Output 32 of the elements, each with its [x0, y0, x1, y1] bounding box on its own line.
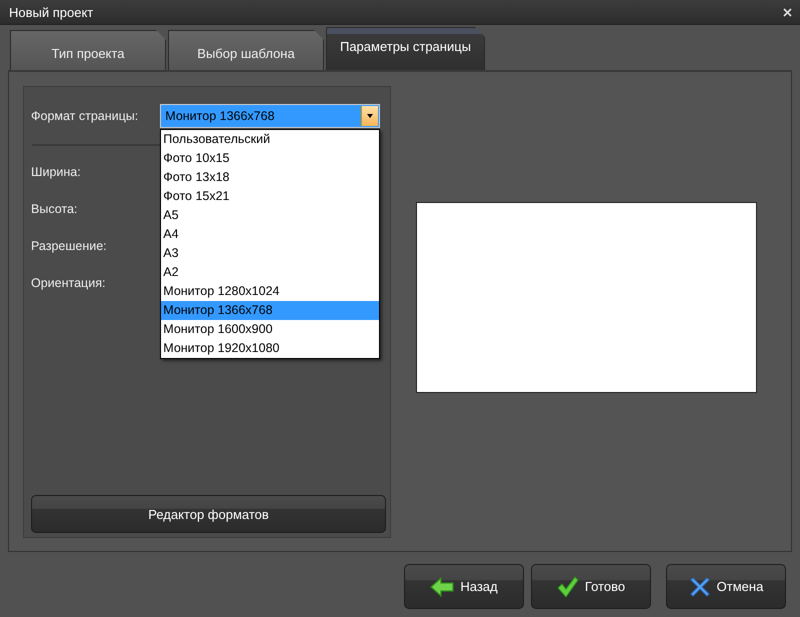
window-title: Новый проект: [9, 4, 94, 20]
dropdown-option[interactable]: A3: [161, 244, 380, 263]
dropdown-option[interactable]: Монитор 1920x1080: [161, 339, 380, 358]
tab[interactable]: Тип проекта: [10, 30, 166, 70]
dropdown-option[interactable]: A5: [161, 206, 380, 225]
close-icon[interactable]: [783, 8, 792, 16]
dropdown-option[interactable]: A4: [161, 225, 380, 244]
dropdown-option[interactable]: Монитор 1366x768: [161, 301, 380, 320]
tab[interactable]: Выбор шаблона: [168, 30, 324, 70]
caret-icon: [367, 114, 374, 118]
dropdown-option[interactable]: Фото 10x15: [161, 149, 380, 168]
dropdown-option[interactable]: A2: [161, 263, 380, 282]
field-label: Ориентация:: [31, 275, 106, 292]
dialog-button[interactable]: Назад: [404, 564, 524, 609]
dropdown-option[interactable]: Монитор 1280x1024: [161, 282, 380, 301]
dropdown-option[interactable]: Пользовательский: [161, 130, 380, 149]
back-arrow-icon: [430, 576, 454, 596]
format-editor-button[interactable]: Редактор форматов: [31, 495, 386, 533]
field-label: Формат страницы:: [31, 109, 138, 123]
checkmark-icon: [556, 576, 579, 598]
close-icon: [688, 576, 711, 598]
field-label: Ширина:: [31, 164, 81, 181]
page-format-select[interactable]: Монитор 1366x768: [160, 104, 380, 128]
dropdown-option[interactable]: Фото 13x18: [161, 168, 380, 187]
selected-value: Монитор 1366x768: [165, 109, 276, 123]
dialog-button[interactable]: Готово: [531, 564, 651, 609]
field-label: Разрешение:: [31, 238, 107, 255]
dialog-button[interactable]: Отмена: [666, 564, 786, 609]
dropdown-option[interactable]: Фото 15x21: [161, 187, 380, 206]
tab[interactable]: Параметры страницы: [326, 27, 485, 70]
field-label: Высота:: [31, 201, 78, 218]
dropdown-option[interactable]: Монитор 1600x900: [161, 320, 380, 339]
